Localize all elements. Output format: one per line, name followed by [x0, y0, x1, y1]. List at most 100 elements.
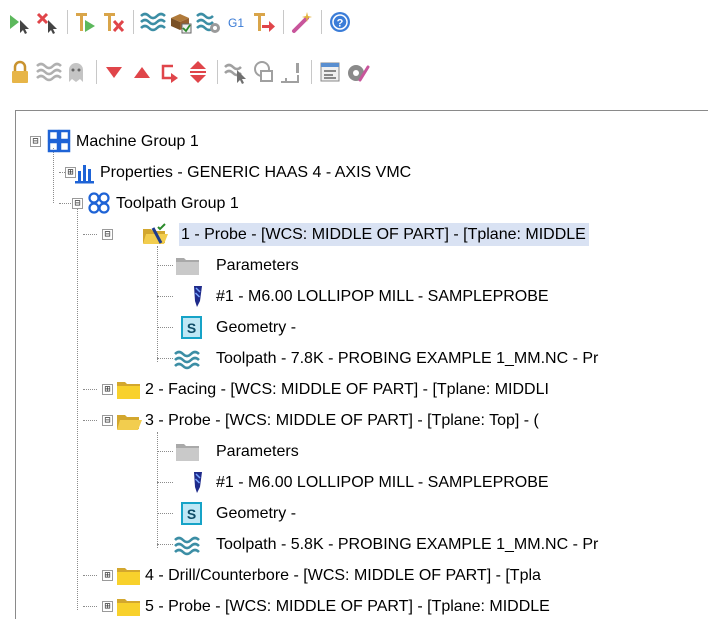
toggle-posting-button[interactable]	[62, 58, 90, 86]
tree-node-label: Toolpath - 7.8K - PROBING EXAMPLE 1_MM.N…	[216, 350, 599, 367]
toggle-display-button[interactable]	[34, 58, 62, 86]
open-folder-icon	[115, 407, 143, 434]
wave-gear-icon	[196, 12, 220, 33]
svg-text:S: S	[187, 320, 196, 336]
post-to-file-button[interactable]	[250, 8, 278, 36]
tree-connector	[157, 544, 173, 545]
collapse-toggle[interactable]: ⊟	[102, 415, 113, 426]
tool-eye-icon	[348, 65, 370, 82]
select-all-dirty-button[interactable]	[34, 8, 62, 36]
regenerate-dirty-button[interactable]	[100, 8, 128, 36]
tree-node-label: Toolpath - 5.8K - PROBING EXAMPLE 1_MM.N…	[216, 536, 599, 553]
tree-connector	[83, 420, 97, 421]
tree-node-label: Machine Group 1	[76, 133, 199, 150]
machine-group-icon	[45, 128, 73, 155]
stock-model-icon	[281, 63, 299, 83]
tree-node-label: 4 - Drill/Counterbore - [WCS: MIDDLE OF …	[145, 567, 541, 584]
toolpath-tree: ⊟ Machine Group 1 ⊞ Properties - GENERIC…	[15, 110, 708, 619]
lock-icon	[12, 60, 28, 83]
flag-arrow-icon	[254, 13, 275, 32]
collapse-toggle[interactable]: ⊟	[30, 136, 41, 147]
tree-node-label: Parameters	[216, 443, 299, 460]
stock-model-button[interactable]	[278, 58, 306, 86]
tree-node-label: Toolpath Group 1	[116, 195, 239, 212]
wave-toggle-icon	[36, 62, 62, 82]
tool-edit-button[interactable]	[344, 58, 372, 86]
svg-text:G1: G1	[228, 16, 244, 30]
toolpath-wand-button[interactable]	[288, 8, 316, 36]
toolpath-wave-icon	[173, 531, 201, 558]
triangle-down-icon	[106, 67, 122, 78]
toolbar-separator	[321, 10, 322, 34]
solid-toggle-button[interactable]	[250, 58, 278, 86]
wave-lines-icon	[140, 12, 166, 32]
toolbar-row-1: G1 ?	[0, 2, 708, 42]
toolbar-separator	[311, 60, 312, 84]
block-check-icon	[171, 14, 192, 34]
tree-connector	[157, 246, 158, 362]
verify-button[interactable]	[166, 8, 194, 36]
properties-bars-icon	[69, 159, 97, 186]
select-all-operations-button[interactable]	[6, 8, 34, 36]
tree-connector	[59, 203, 71, 204]
setup-sheet-icon	[320, 62, 340, 82]
play-flag-icon	[76, 13, 95, 32]
up-down-arrow-icon	[190, 61, 206, 83]
geometry-icon: S	[177, 500, 205, 527]
collapse-toggle[interactable]: ⊟	[102, 229, 113, 240]
triangle-up-icon	[134, 67, 150, 78]
tree-node-label: 1 - Probe - [WCS: MIDDLE OF PART] - [Tpl…	[179, 223, 589, 246]
expand-toggle[interactable]: ⊞	[102, 601, 113, 612]
expand-toggle[interactable]: ⊞	[102, 384, 113, 395]
tree-connector	[157, 432, 158, 548]
insert-arrow-button[interactable]	[156, 58, 184, 86]
svg-text:S: S	[187, 506, 196, 522]
expand-toggle[interactable]: ⊞	[102, 570, 113, 581]
toolpath-group-icon	[85, 190, 113, 217]
tree-node-label: #1 - M6.00 LOLLIPOP MILL - SAMPLEPROBE	[216, 474, 549, 491]
scroll-to-insert-button[interactable]	[184, 58, 212, 86]
toolbar-row-2	[0, 52, 708, 92]
backplot-button[interactable]	[138, 8, 166, 36]
toolbar-separator	[67, 10, 68, 34]
tool-icon	[184, 469, 212, 496]
regenerate-selected-button[interactable]	[72, 8, 100, 36]
tree-node-label: 3 - Probe - [WCS: MIDDLE OF PART] - [Tpl…	[145, 412, 539, 429]
tree-connector	[83, 606, 97, 607]
simulate-button[interactable]	[194, 8, 222, 36]
tree-connector	[157, 451, 173, 452]
show-selected-button[interactable]	[222, 58, 250, 86]
toolbar-separator	[217, 60, 218, 84]
x-flag-icon	[104, 13, 125, 33]
magic-wand-icon	[292, 12, 312, 33]
parameters-folder-icon	[174, 438, 202, 465]
tree-connector	[53, 148, 54, 203]
tree-node-label: Properties - GENERIC HAAS 4 - AXIS VMC	[100, 164, 412, 181]
open-folder-check-icon	[141, 221, 169, 248]
tree-node-label: Parameters	[216, 257, 299, 274]
move-up-button[interactable]	[128, 58, 156, 86]
arrow-cursor-play-icon	[10, 15, 29, 34]
tree-connector	[157, 513, 173, 514]
closed-folder-icon	[115, 593, 143, 619]
help-button[interactable]: ?	[326, 8, 354, 36]
tree-node-label: Geometry -	[216, 505, 297, 522]
parameters-folder-icon	[174, 252, 202, 279]
tree-node-label: #1 - M6.00 LOLLIPOP MILL - SAMPLEPROBE	[216, 288, 549, 305]
tree-connector	[157, 265, 173, 266]
toolbar-separator	[133, 10, 134, 34]
help-circle-icon: ?	[330, 12, 350, 32]
box-toggle-icon	[254, 61, 273, 82]
collapse-toggle[interactable]: ⊟	[72, 198, 83, 209]
tree-connector	[157, 482, 173, 483]
tool-icon	[184, 283, 212, 310]
tree-connector	[83, 234, 97, 235]
setup-sheet-button[interactable]	[316, 58, 344, 86]
g1-icon: G1	[228, 16, 244, 30]
closed-folder-icon	[115, 376, 143, 403]
move-down-button[interactable]	[100, 58, 128, 86]
toolbar-separator	[283, 10, 284, 34]
post-selected-button[interactable]: G1	[222, 8, 250, 36]
lock-button[interactable]	[6, 58, 34, 86]
tree-node-label: Geometry -	[216, 319, 297, 336]
